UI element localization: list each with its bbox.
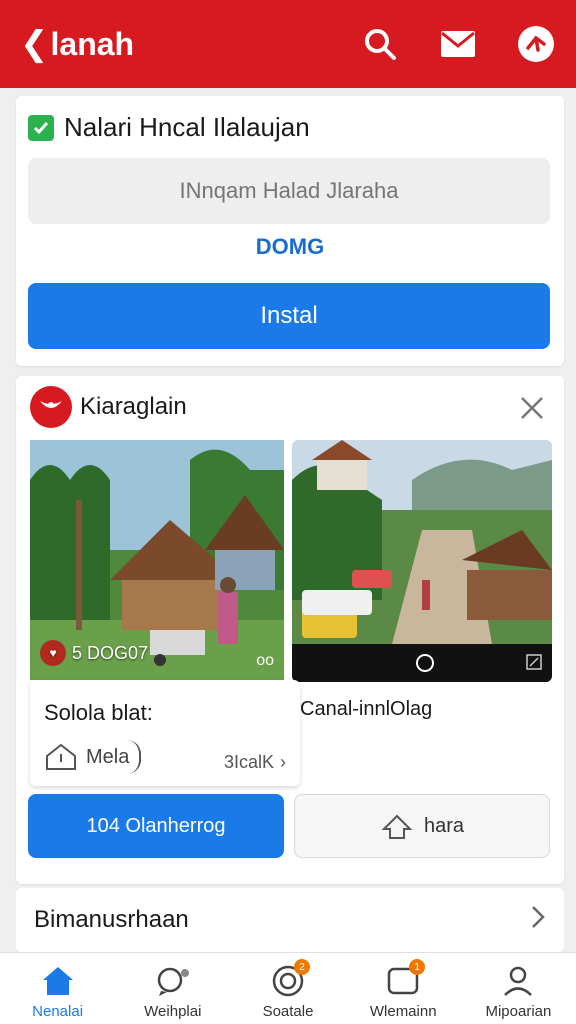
home-icon: [40, 963, 76, 999]
share-outline-icon: [381, 814, 413, 839]
promo-card: Kiaraglain ♥ 5 DOG07 oo Solola blat: Mel…: [16, 376, 564, 884]
house-outline-icon: [46, 743, 76, 770]
item-meta: Mela: [44, 740, 142, 774]
list-row-label: Bimanusrhaan: [34, 906, 189, 933]
item-meta-label: Mela: [86, 745, 130, 768]
install-card-heading: Nalari Hncal Ilalaujan: [28, 112, 310, 143]
header-actions: [360, 24, 556, 64]
village-photo-right-image: [292, 440, 552, 644]
promo-card-header: Kiaraglain: [30, 386, 187, 428]
photo-overlay-label: ♥ 5 DOG07: [40, 640, 148, 666]
chevron-right-icon: ›: [280, 752, 286, 772]
install-card: Nalari Hncal Ilalaujan DOMG Instal: [16, 96, 564, 366]
village-photo-left[interactable]: ♥ 5 DOG07 oo: [30, 440, 284, 680]
item-meta-right-text: 3IcalK: [223, 752, 274, 772]
profile-icon: [500, 963, 536, 999]
chat-icon: [155, 963, 191, 999]
nav-item-home[interactable]: Nenalai: [0, 953, 115, 1024]
item-title: Solola blat:: [44, 700, 153, 725]
brand-logo-icon: [30, 386, 72, 428]
nav-item-target[interactable]: 2 Soatale: [230, 953, 345, 1024]
nav-item-label: Mipoarian: [485, 1003, 552, 1020]
chevron-left-icon: ❮: [20, 25, 49, 63]
heart-icon: ♥: [40, 640, 66, 666]
nav-item-label: Weihplai: [144, 1003, 202, 1020]
nav-item-messages[interactable]: 1 Wlemainn: [346, 953, 461, 1024]
item-meta-right[interactable]: 3IcalK ›: [224, 752, 286, 773]
nav-item-chat[interactable]: Weihplai: [115, 953, 230, 1024]
header-title: lanah: [50, 25, 135, 62]
close-icon[interactable]: [518, 394, 546, 422]
nav-item-label: Wlemainn: [369, 1003, 437, 1020]
app-header: ❮ lanah: [0, 0, 576, 88]
back-button[interactable]: ❮ lanah: [20, 26, 134, 63]
nav-item-profile[interactable]: Mipoarian: [461, 953, 576, 1024]
search-icon[interactable]: [360, 24, 400, 64]
bottom-nav: Nenalai Weihplai 2 Soatale 1 Wlemainn Mi…: [0, 952, 576, 1024]
share-action-button[interactable]: hara: [294, 794, 550, 858]
install-button[interactable]: Instal: [28, 283, 550, 349]
nav-item-label: Soatale: [262, 1003, 314, 1020]
list-row[interactable]: Bimanusrhaan: [16, 888, 564, 952]
message-icon: 1: [385, 959, 426, 999]
share-icon[interactable]: [516, 24, 556, 64]
item-meta-pill[interactable]: Mela: [44, 740, 142, 774]
play-indicator-icon[interactable]: [416, 654, 434, 672]
checkbox-icon[interactable]: [28, 114, 54, 141]
photo-overlay-right: oo: [256, 652, 274, 669]
promo-source-name: Kiaraglain: [80, 393, 187, 420]
primary-action-button[interactable]: 104 Olanherrog: [28, 794, 284, 858]
mail-icon[interactable]: [438, 24, 478, 64]
video-control-bar: [292, 644, 552, 682]
chevron-right-icon: [530, 904, 546, 937]
village-photo-right[interactable]: [292, 440, 552, 682]
item-info-card[interactable]: Solola blat: Mela 3IcalK ›: [30, 680, 300, 786]
photo-overlay-text: 5 DOG07: [72, 642, 149, 663]
notification-badge: 2: [294, 959, 310, 975]
text-input[interactable]: [28, 158, 550, 224]
nav-item-label: Nenalai: [32, 1003, 84, 1020]
item-title-right: Canal-innlOlag: [300, 698, 433, 720]
domg-link[interactable]: DOMG: [16, 234, 564, 260]
share-action-label: hara: [423, 814, 465, 837]
edit-icon[interactable]: [526, 654, 542, 670]
install-card-title: Nalari Hncal Ilalaujan: [64, 112, 310, 142]
notification-badge: 1: [409, 959, 426, 975]
target-icon: 2: [270, 959, 310, 999]
